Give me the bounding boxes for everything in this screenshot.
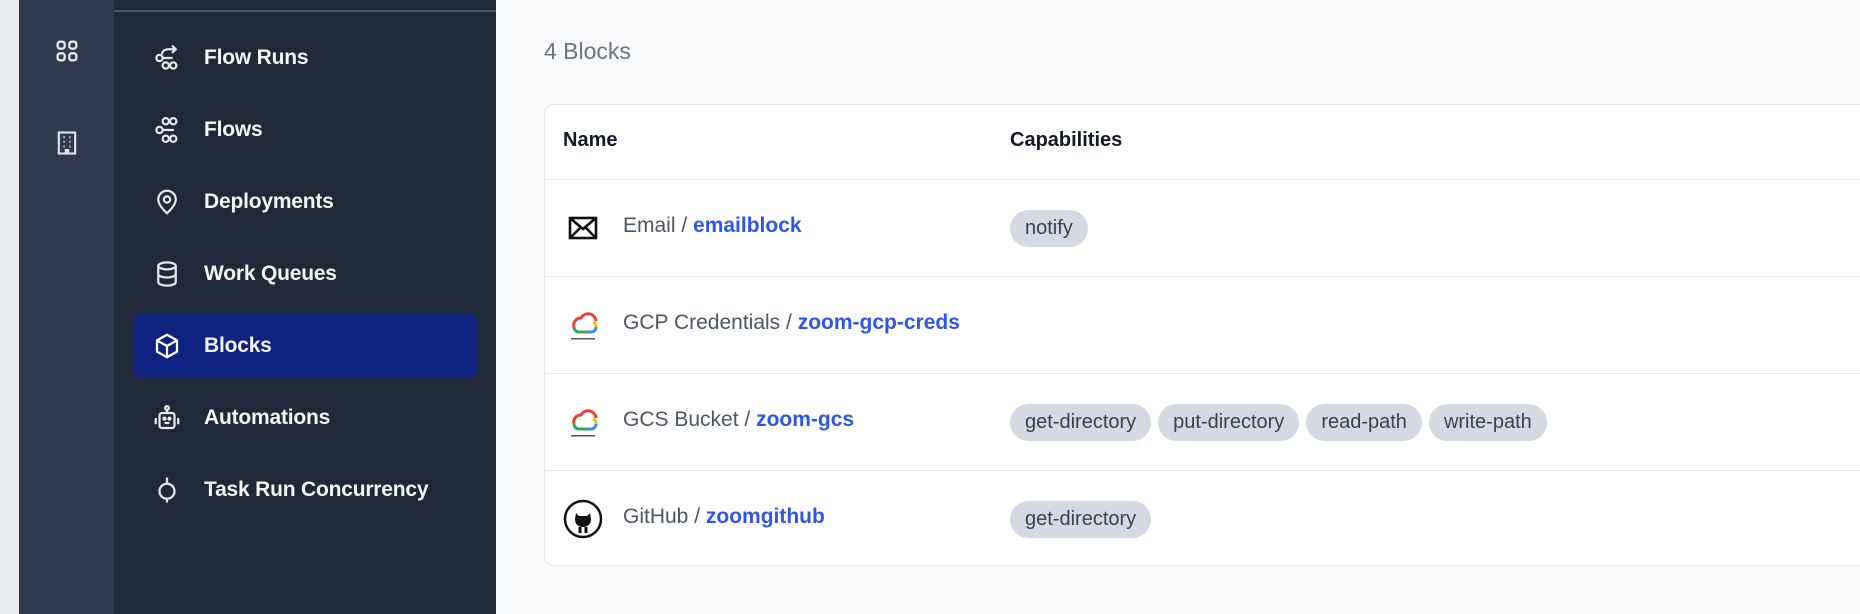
table-header: Name Capabilities	[545, 105, 1860, 180]
database-icon	[150, 257, 184, 291]
cube-icon	[150, 329, 184, 363]
flow-runs-icon	[150, 41, 184, 75]
location-pin-icon	[150, 185, 184, 219]
capabilities-list: get-directory	[1010, 501, 1152, 538]
sidebar-item-flow-runs[interactable]: Flow Runs	[133, 26, 478, 90]
block-name: GitHub / zoomgithub	[623, 505, 825, 529]
capabilities-list: notify	[1010, 210, 1088, 247]
block-type: GCS Bucket	[623, 408, 739, 431]
sidebar-item-label: Automations	[204, 406, 331, 429]
capability-badge: notify	[1010, 210, 1088, 247]
flows-icon	[150, 113, 184, 147]
column-header-capabilities: Capabilities	[1010, 129, 1123, 151]
sidebar-item-label: Work Queues	[204, 262, 337, 285]
github-icon	[563, 499, 603, 539]
envelope-icon	[563, 208, 603, 248]
google-cloud-icon	[563, 402, 603, 442]
sidebar-item-automations[interactable]: Automations	[133, 386, 478, 450]
sidebar-item-label: Blocks	[204, 334, 272, 357]
dashboard-grid-icon[interactable]	[52, 36, 82, 66]
block-name: GCS Bucket / zoom-gcs	[623, 408, 854, 432]
sidebar-item-blocks[interactable]: Blocks	[133, 314, 478, 378]
block-link[interactable]: zoom-gcp-creds	[798, 311, 960, 334]
block-name: GCP Credentials / zoom-gcp-creds	[623, 311, 960, 335]
column-header-name: Name	[563, 129, 618, 151]
capability-badge: put-directory	[1158, 404, 1300, 441]
block-type: GitHub	[623, 505, 689, 528]
capabilities-list: get-directory put-directory read-path wr…	[1010, 404, 1547, 441]
sidebar-item-label: Task Run Concurrency	[204, 478, 429, 501]
sidebar-item-label: Flow Runs	[204, 46, 309, 69]
sidebar-item-flows[interactable]: Flows	[133, 98, 478, 162]
table-row[interactable]: GitHub / zoomgithub get-directory	[545, 471, 1860, 567]
block-separator: /	[780, 311, 798, 334]
block-link[interactable]: zoomgithub	[706, 505, 825, 528]
block-separator: /	[675, 214, 694, 237]
building-icon[interactable]	[52, 128, 82, 158]
capability-badge: write-path	[1428, 404, 1547, 441]
block-separator: /	[738, 408, 757, 431]
sidebar-item-deployments[interactable]: Deployments	[133, 170, 478, 234]
block-link[interactable]: emailblock	[693, 214, 802, 237]
google-cloud-icon	[563, 305, 603, 345]
sidebar: Flow Runs Flows Deployments Work Queues …	[114, 0, 496, 614]
block-link[interactable]: zoom-gcs	[756, 408, 854, 431]
sidebar-nav: Flow Runs Flows Deployments Work Queues …	[133, 26, 478, 530]
sidebar-item-work-queues[interactable]: Work Queues	[133, 242, 478, 306]
concurrency-icon	[150, 473, 184, 507]
table-row[interactable]: GCP Credentials / zoom-gcp-creds	[545, 277, 1860, 374]
main-content: 4 Blocks Name Capabilities Email / email…	[496, 0, 1860, 614]
block-type: Email	[623, 214, 676, 237]
capability-badge: get-directory	[1010, 404, 1152, 441]
blocks-table: Name Capabilities Email / emailblock not…	[544, 104, 1860, 566]
icon-rail	[0, 0, 114, 614]
blocks-count: 4 Blocks	[544, 38, 631, 64]
block-separator: /	[688, 505, 706, 528]
block-type: GCP Credentials	[623, 311, 781, 334]
block-name: Email / emailblock	[623, 214, 802, 238]
capability-badge: read-path	[1306, 404, 1422, 441]
sidebar-item-task-run-concurrency[interactable]: Task Run Concurrency	[133, 458, 478, 522]
table-row[interactable]: Email / emailblock notify	[545, 180, 1860, 277]
sidebar-item-label: Flows	[204, 118, 263, 141]
sidebar-divider	[114, 10, 496, 12]
robot-icon	[150, 401, 184, 435]
rail-edge	[0, 0, 19, 614]
rail-panel	[19, 0, 114, 614]
sidebar-item-label: Deployments	[204, 190, 334, 213]
capability-badge: get-directory	[1010, 501, 1152, 538]
table-row[interactable]: GCS Bucket / zoom-gcs get-directory put-…	[545, 374, 1860, 471]
